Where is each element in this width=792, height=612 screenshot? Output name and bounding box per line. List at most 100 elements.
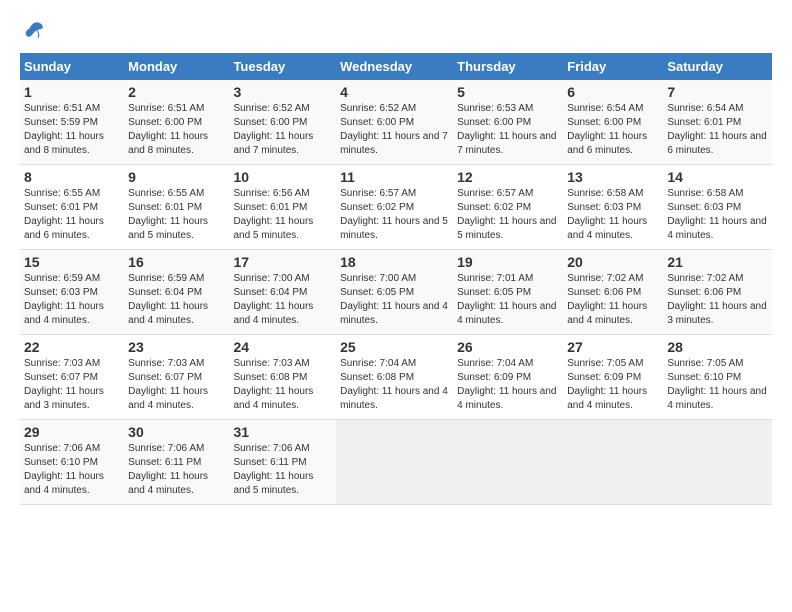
calendar-cell: 25 Sunrise: 7:04 AMSunset: 6:08 PMDayligh… [336,335,453,420]
calendar-cell: 20 Sunrise: 7:02 AMSunset: 6:06 PMDayligh… [563,250,663,335]
day-number: 11 [340,169,449,185]
day-number: 31 [233,424,332,440]
calendar-cell: 4 Sunrise: 6:52 AMSunset: 6:00 PMDaylight… [336,80,453,165]
calendar-week-row: 29 Sunrise: 7:06 AMSunset: 6:10 PMDayligh… [20,420,772,505]
page-header [20,20,772,43]
header-wednesday: Wednesday [336,53,453,80]
day-info: Sunrise: 7:03 AMSunset: 6:08 PMDaylight:… [233,357,332,413]
calendar-cell: 28Sunrise: 7:05 AMSunset: 6:10 PMDayligh… [663,335,772,420]
day-number: 16 [128,254,225,270]
day-number: 25 [340,339,449,355]
day-number: 24 [233,339,332,355]
calendar-cell [453,420,563,505]
day-number: 28 [667,339,768,355]
calendar-cell: 3 Sunrise: 6:52 AMSunset: 6:00 PMDaylight… [229,80,336,165]
day-number: 27 [567,339,659,355]
calendar-cell [563,420,663,505]
calendar-cell [336,420,453,505]
day-number: 20 [567,254,659,270]
day-info: Sunrise: 6:58 AMSunset: 6:03 PMDaylight:… [667,187,768,243]
day-number: 9 [128,169,225,185]
calendar-cell: 14Sunrise: 6:58 AMSunset: 6:03 PMDayligh… [663,165,772,250]
calendar-cell: 23Sunrise: 7:03 AMSunset: 6:07 PMDayligh… [124,335,229,420]
calendar-cell: 19 Sunrise: 7:01 AMSunset: 6:05 PMDayligh… [453,250,563,335]
calendar-cell: 13Sunrise: 6:58 AMSunset: 6:03 PMDayligh… [563,165,663,250]
calendar-week-row: 15 Sunrise: 6:59 AMSunset: 6:03 PMDayligh… [20,250,772,335]
calendar-header-row: SundayMondayTuesdayWednesdayThursdayFrid… [20,53,772,80]
day-number: 13 [567,169,659,185]
header-friday: Friday [563,53,663,80]
calendar-cell: 6Sunrise: 6:54 AMSunset: 6:00 PMDaylight… [563,80,663,165]
day-number: 29 [24,424,120,440]
calendar-cell: 17 Sunrise: 7:00 AMSunset: 6:04 PMDayligh… [229,250,336,335]
calendar-cell: 29 Sunrise: 7:06 AMSunset: 6:10 PMDayligh… [20,420,124,505]
logo [20,20,44,43]
header-monday: Monday [124,53,229,80]
day-number: 26 [457,339,559,355]
day-info: Sunrise: 7:00 AMSunset: 6:04 PMDaylight:… [233,272,332,328]
day-info: Sunrise: 6:56 AMSunset: 6:01 PMDaylight:… [233,187,332,243]
day-number: 8 [24,169,120,185]
day-number: 3 [233,84,332,100]
day-number: 7 [667,84,768,100]
day-number: 1 [24,84,120,100]
day-number: 21 [667,254,768,270]
logo-bird-icon [22,20,44,42]
calendar-cell: 22 Sunrise: 7:03 AMSunset: 6:07 PMDayligh… [20,335,124,420]
day-number: 4 [340,84,449,100]
day-info: Sunrise: 7:04 AMSunset: 6:08 PMDaylight:… [340,357,449,413]
day-info: Sunrise: 6:51 AMSunset: 5:59 PMDaylight:… [24,102,120,158]
day-info: Sunrise: 6:55 AMSunset: 6:01 PMDaylight:… [24,187,120,243]
header-saturday: Saturday [663,53,772,80]
day-number: 22 [24,339,120,355]
day-number: 17 [233,254,332,270]
day-number: 10 [233,169,332,185]
calendar-cell: 21 Sunrise: 7:02 AMSunset: 6:06 PMDayligh… [663,250,772,335]
calendar-cell: 12Sunrise: 6:57 AMSunset: 6:02 PMDayligh… [453,165,563,250]
day-number: 5 [457,84,559,100]
calendar-cell: 26 Sunrise: 7:04 AMSunset: 6:09 PMDayligh… [453,335,563,420]
day-info: Sunrise: 6:51 AMSunset: 6:00 PMDaylight:… [128,102,225,158]
calendar-cell: 18 Sunrise: 7:00 AMSunset: 6:05 PMDayligh… [336,250,453,335]
day-number: 23 [128,339,225,355]
day-info: Sunrise: 6:52 AMSunset: 6:00 PMDaylight:… [340,102,449,158]
calendar-cell: 7 Sunrise: 6:54 AMSunset: 6:01 PMDaylight… [663,80,772,165]
header-sunday: Sunday [20,53,124,80]
calendar-cell: 5 Sunrise: 6:53 AMSunset: 6:00 PMDaylight… [453,80,563,165]
day-info: Sunrise: 6:57 AMSunset: 6:02 PMDaylight:… [340,187,449,243]
day-info: Sunrise: 7:03 AMSunset: 6:07 PMDaylight:… [24,357,120,413]
calendar-cell: 10 Sunrise: 6:56 AMSunset: 6:01 PMDayligh… [229,165,336,250]
day-info: Sunrise: 7:05 AMSunset: 6:09 PMDaylight:… [567,357,659,413]
day-info: Sunrise: 7:02 AMSunset: 6:06 PMDaylight:… [567,272,659,328]
calendar-week-row: 8 Sunrise: 6:55 AMSunset: 6:01 PMDaylight… [20,165,772,250]
calendar-week-row: 1 Sunrise: 6:51 AMSunset: 5:59 PMDaylight… [20,80,772,165]
day-number: 19 [457,254,559,270]
calendar-cell: 16 Sunrise: 6:59 AMSunset: 6:04 PMDayligh… [124,250,229,335]
day-info: Sunrise: 6:53 AMSunset: 6:00 PMDaylight:… [457,102,559,158]
calendar-cell: 30 Sunrise: 7:06 AMSunset: 6:11 PMDayligh… [124,420,229,505]
day-number: 18 [340,254,449,270]
day-info: Sunrise: 7:06 AMSunset: 6:11 PMDaylight:… [233,442,332,498]
calendar-cell [663,420,772,505]
calendar-cell: 1 Sunrise: 6:51 AMSunset: 5:59 PMDaylight… [20,80,124,165]
calendar-cell: 27 Sunrise: 7:05 AMSunset: 6:09 PMDayligh… [563,335,663,420]
day-info: Sunrise: 7:04 AMSunset: 6:09 PMDaylight:… [457,357,559,413]
day-info: Sunrise: 7:02 AMSunset: 6:06 PMDaylight:… [667,272,768,328]
calendar-cell: 31 Sunrise: 7:06 AMSunset: 6:11 PMDayligh… [229,420,336,505]
day-number: 30 [128,424,225,440]
day-info: Sunrise: 7:06 AMSunset: 6:11 PMDaylight:… [128,442,225,498]
day-number: 12 [457,169,559,185]
day-info: Sunrise: 6:59 AMSunset: 6:03 PMDaylight:… [24,272,120,328]
calendar-cell: 11 Sunrise: 6:57 AMSunset: 6:02 PMDayligh… [336,165,453,250]
header-tuesday: Tuesday [229,53,336,80]
calendar-week-row: 22 Sunrise: 7:03 AMSunset: 6:07 PMDayligh… [20,335,772,420]
day-number: 15 [24,254,120,270]
day-info: Sunrise: 6:54 AMSunset: 6:01 PMDaylight:… [667,102,768,158]
day-info: Sunrise: 6:52 AMSunset: 6:00 PMDaylight:… [233,102,332,158]
day-info: Sunrise: 7:06 AMSunset: 6:10 PMDaylight:… [24,442,120,498]
day-info: Sunrise: 7:01 AMSunset: 6:05 PMDaylight:… [457,272,559,328]
day-info: Sunrise: 7:00 AMSunset: 6:05 PMDaylight:… [340,272,449,328]
day-info: Sunrise: 6:59 AMSunset: 6:04 PMDaylight:… [128,272,225,328]
header-thursday: Thursday [453,53,563,80]
day-number: 6 [567,84,659,100]
